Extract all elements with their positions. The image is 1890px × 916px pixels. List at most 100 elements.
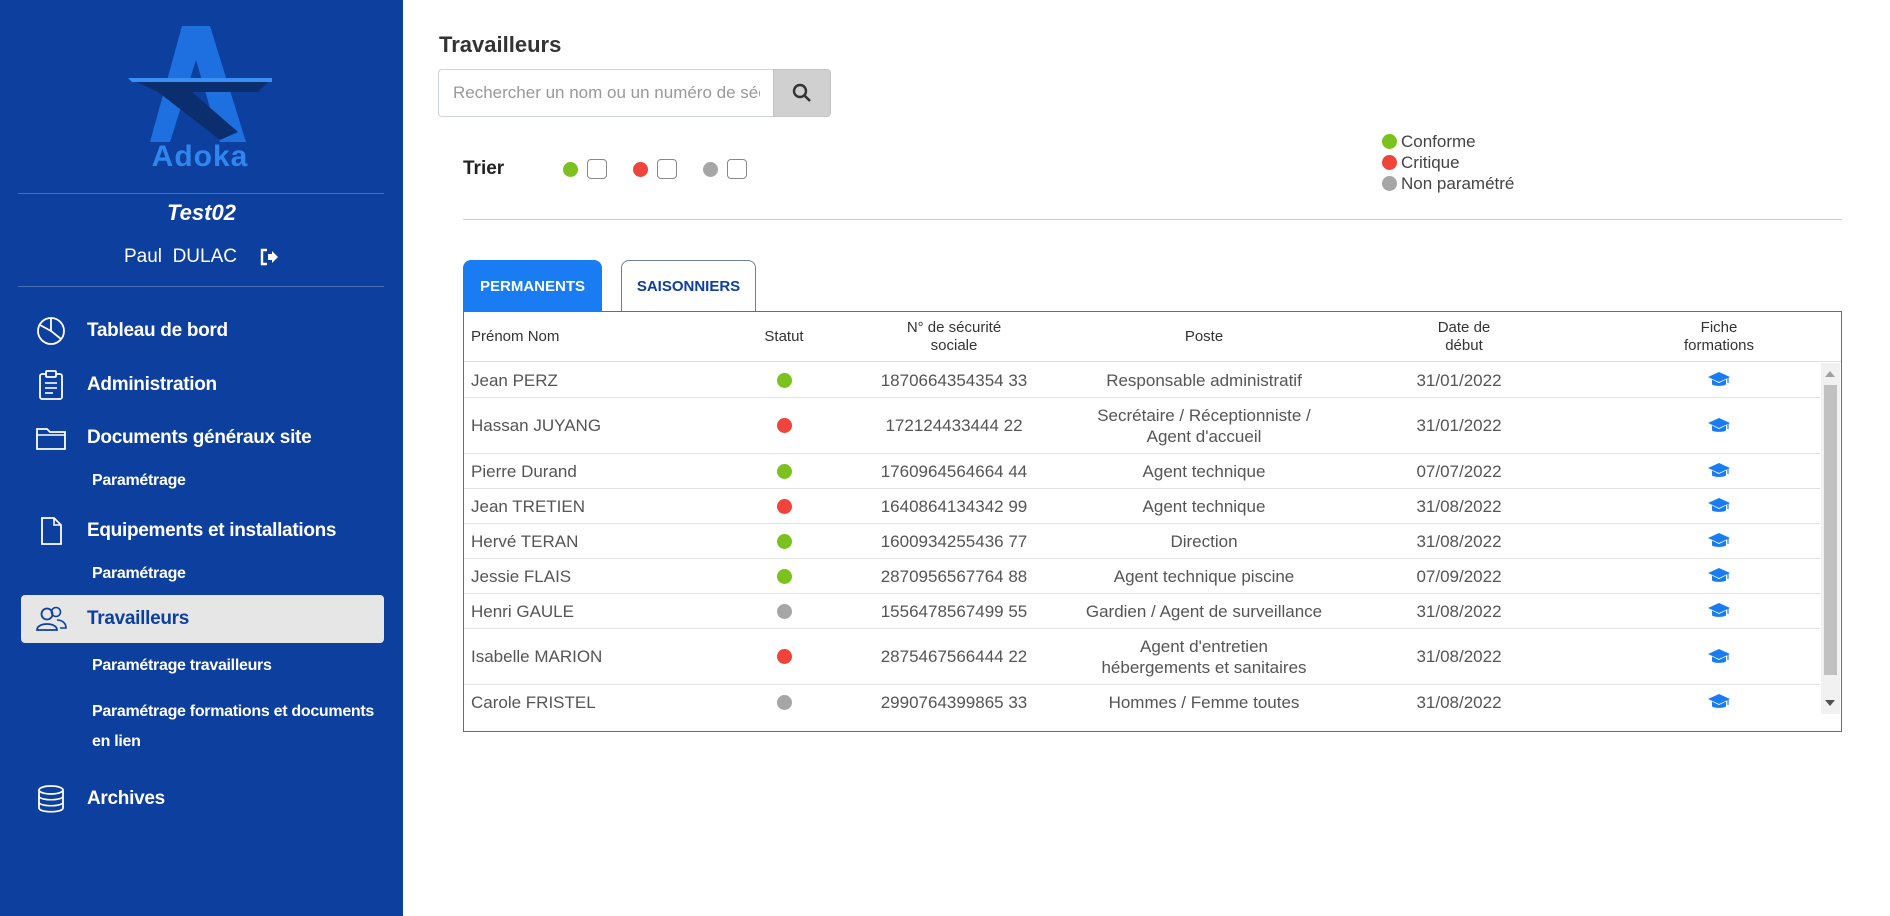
status-dot-red bbox=[633, 161, 648, 177]
th-status[interactable]: Statut bbox=[734, 312, 834, 362]
user-name: Paul DULAC bbox=[124, 246, 237, 267]
status-dot bbox=[776, 533, 792, 549]
sub-formations-parametrage[interactable]: Paramétrage formations et documents en l… bbox=[92, 697, 374, 757]
nav-label: Archives bbox=[87, 788, 165, 809]
cell-name: Hervé TERAN bbox=[471, 531, 579, 551]
table-row[interactable]: Hervé TERAN 1600934255436 77 Direction 31/0… bbox=[464, 524, 1820, 559]
table-row[interactable]: Jean PERZ 1870664354354 33 Responsable adm… bbox=[464, 363, 1820, 398]
graduation-cap-icon[interactable] bbox=[1707, 532, 1731, 550]
status-dot-grey bbox=[703, 161, 718, 177]
cell-date: 07/09/2022 bbox=[1416, 566, 1502, 586]
logout-icon[interactable] bbox=[259, 247, 279, 267]
sort-checkbox-critique[interactable] bbox=[657, 159, 677, 179]
sidebar: Adoka Test02 Paul DULAC Tableau de bord … bbox=[0, 0, 403, 916]
scroll-up-icon[interactable] bbox=[1825, 371, 1835, 377]
scroll-down-icon[interactable] bbox=[1825, 700, 1835, 706]
scroll-thumb[interactable] bbox=[1824, 385, 1837, 675]
workers-table: Prénom Nom Statut N° de sécurité sociale… bbox=[463, 311, 1842, 732]
cell-name: Henri GAULE bbox=[471, 601, 574, 621]
table-row[interactable]: Pierre Durand 1760964564664 44 Agent techn… bbox=[464, 454, 1820, 489]
cell-status bbox=[734, 363, 834, 397]
nav-documents-generaux[interactable]: Documents généraux site bbox=[21, 414, 384, 462]
cell-poste: Agent technique piscine bbox=[1054, 559, 1354, 593]
graduation-cap-icon[interactable] bbox=[1707, 693, 1731, 711]
cell-poste-line2: Agent d'accueil bbox=[1146, 426, 1262, 446]
th-date[interactable]: Date de début bbox=[1404, 312, 1524, 362]
legend-item: Conforme bbox=[1382, 131, 1514, 152]
cell-fiche bbox=[1654, 489, 1784, 523]
th-fiche[interactable]: Fiche formations bbox=[1654, 312, 1784, 362]
cell-poste: Agent technique bbox=[1054, 489, 1354, 523]
section-divider bbox=[463, 219, 1842, 220]
tab-saisonniers[interactable]: SAISONNIERS bbox=[621, 260, 756, 312]
search-input[interactable] bbox=[438, 69, 774, 117]
nav-archives[interactable]: Archives bbox=[21, 775, 384, 823]
th-poste[interactable]: Poste bbox=[1054, 312, 1354, 362]
th-ssn-line1: N° de sécurité bbox=[906, 319, 1002, 336]
legend-item: Critique bbox=[1382, 152, 1514, 173]
graduation-cap-icon[interactable] bbox=[1707, 567, 1731, 585]
graduation-cap-icon[interactable] bbox=[1707, 371, 1731, 389]
adoka-logo[interactable]: Adoka bbox=[120, 22, 280, 173]
database-icon bbox=[35, 783, 67, 815]
legend-dot-green bbox=[1382, 134, 1397, 149]
status-dot bbox=[776, 568, 792, 584]
cell-poste-line1: Agent technique bbox=[1142, 496, 1266, 516]
cell-poste: Hommes / Femme toutes bbox=[1054, 685, 1354, 714]
user-row: Paul DULAC bbox=[0, 246, 403, 268]
graduation-cap-icon[interactable] bbox=[1707, 602, 1731, 620]
cell-name: Carole FRISTEL bbox=[471, 692, 596, 712]
cell-poste: Secrétaire / Réceptionniste / Agent d'acc… bbox=[1054, 398, 1354, 453]
table-row[interactable]: Henri GAULE 1556478567499 55 Gardien / Age… bbox=[464, 594, 1820, 629]
sidebar-divider bbox=[18, 286, 384, 287]
table-row[interactable]: Isabelle MARION 2875467566444 22 Agent d'e… bbox=[464, 629, 1820, 685]
cell-status bbox=[734, 559, 834, 593]
cell-name: Pierre Durand bbox=[471, 461, 577, 481]
th-date-line1: Date de bbox=[1437, 319, 1491, 336]
cell-poste-line1: Direction bbox=[1170, 531, 1238, 551]
legend-dot-grey bbox=[1382, 176, 1397, 191]
table-row[interactable]: Jean TRETIEN 1640864134342 99 Agent techni… bbox=[464, 489, 1820, 524]
cell-name: Hassan JUYANG bbox=[471, 416, 602, 435]
cell-name: Jean TRETIEN bbox=[471, 496, 586, 516]
legend-label: Critique bbox=[1401, 153, 1460, 172]
nav-equipements[interactable]: Equipements et installations bbox=[21, 507, 384, 555]
th-ssn-line2: sociale bbox=[930, 337, 978, 354]
sub-formations-line1: Paramétrage formations et documents bbox=[92, 703, 375, 720]
search-button[interactable] bbox=[773, 69, 831, 117]
tab-permanents[interactable]: PERMANENTS bbox=[463, 260, 602, 312]
sub-documents-parametrage[interactable]: Paramétrage bbox=[92, 472, 186, 490]
status-dot bbox=[776, 694, 792, 710]
table-row[interactable]: Carole FRISTEL 2990764399865 33 Hommes / F… bbox=[464, 685, 1820, 714]
table-row[interactable]: Hassan JUYANG 172124433444 22 Secrétaire /… bbox=[464, 398, 1820, 454]
nav-travailleurs[interactable]: Travailleurs bbox=[21, 595, 384, 643]
sub-equipements-parametrage[interactable]: Paramétrage bbox=[92, 565, 186, 583]
cell-fiche bbox=[1654, 398, 1784, 453]
table-scrollbar[interactable] bbox=[1821, 363, 1840, 714]
legend-label: Non paramétré bbox=[1401, 174, 1515, 193]
table-row[interactable]: Jessie FLAIS 2870956567764 88 Agent techni… bbox=[464, 559, 1820, 594]
sidebar-divider bbox=[18, 193, 384, 194]
status-dot-green bbox=[563, 161, 578, 177]
nav-tableau-de-bord[interactable]: Tableau de bord bbox=[21, 307, 384, 355]
sort-checkbox-conforme[interactable] bbox=[587, 159, 607, 179]
sort-filter-critique bbox=[633, 159, 677, 179]
cell-poste-line1: Gardien / Agent de surveillance bbox=[1085, 601, 1323, 621]
graduation-cap-icon[interactable] bbox=[1707, 417, 1731, 435]
users-icon bbox=[35, 603, 67, 635]
graduation-cap-icon[interactable] bbox=[1707, 648, 1731, 666]
th-name[interactable]: Prénom Nom bbox=[471, 312, 671, 362]
th-ssn[interactable]: N° de sécurité sociale bbox=[864, 312, 1044, 362]
cell-ssn: 1600934255436 77 bbox=[880, 531, 1028, 551]
status-legend: Conforme Critique Non paramétré bbox=[1382, 131, 1514, 194]
cell-fiche bbox=[1654, 524, 1784, 558]
nav-administration[interactable]: Administration bbox=[21, 361, 384, 409]
graduation-cap-icon[interactable] bbox=[1707, 497, 1731, 515]
cell-poste-line2: hébergements et sanitaires bbox=[1101, 657, 1307, 677]
sort-filter-non-parametre bbox=[703, 159, 747, 179]
legend-dot-red bbox=[1382, 155, 1397, 170]
sort-checkbox-non-parametre[interactable] bbox=[727, 159, 747, 179]
graduation-cap-icon[interactable] bbox=[1707, 462, 1731, 480]
cell-status bbox=[734, 454, 834, 488]
sub-travailleurs-parametrage[interactable]: Paramétrage travailleurs bbox=[92, 657, 272, 675]
